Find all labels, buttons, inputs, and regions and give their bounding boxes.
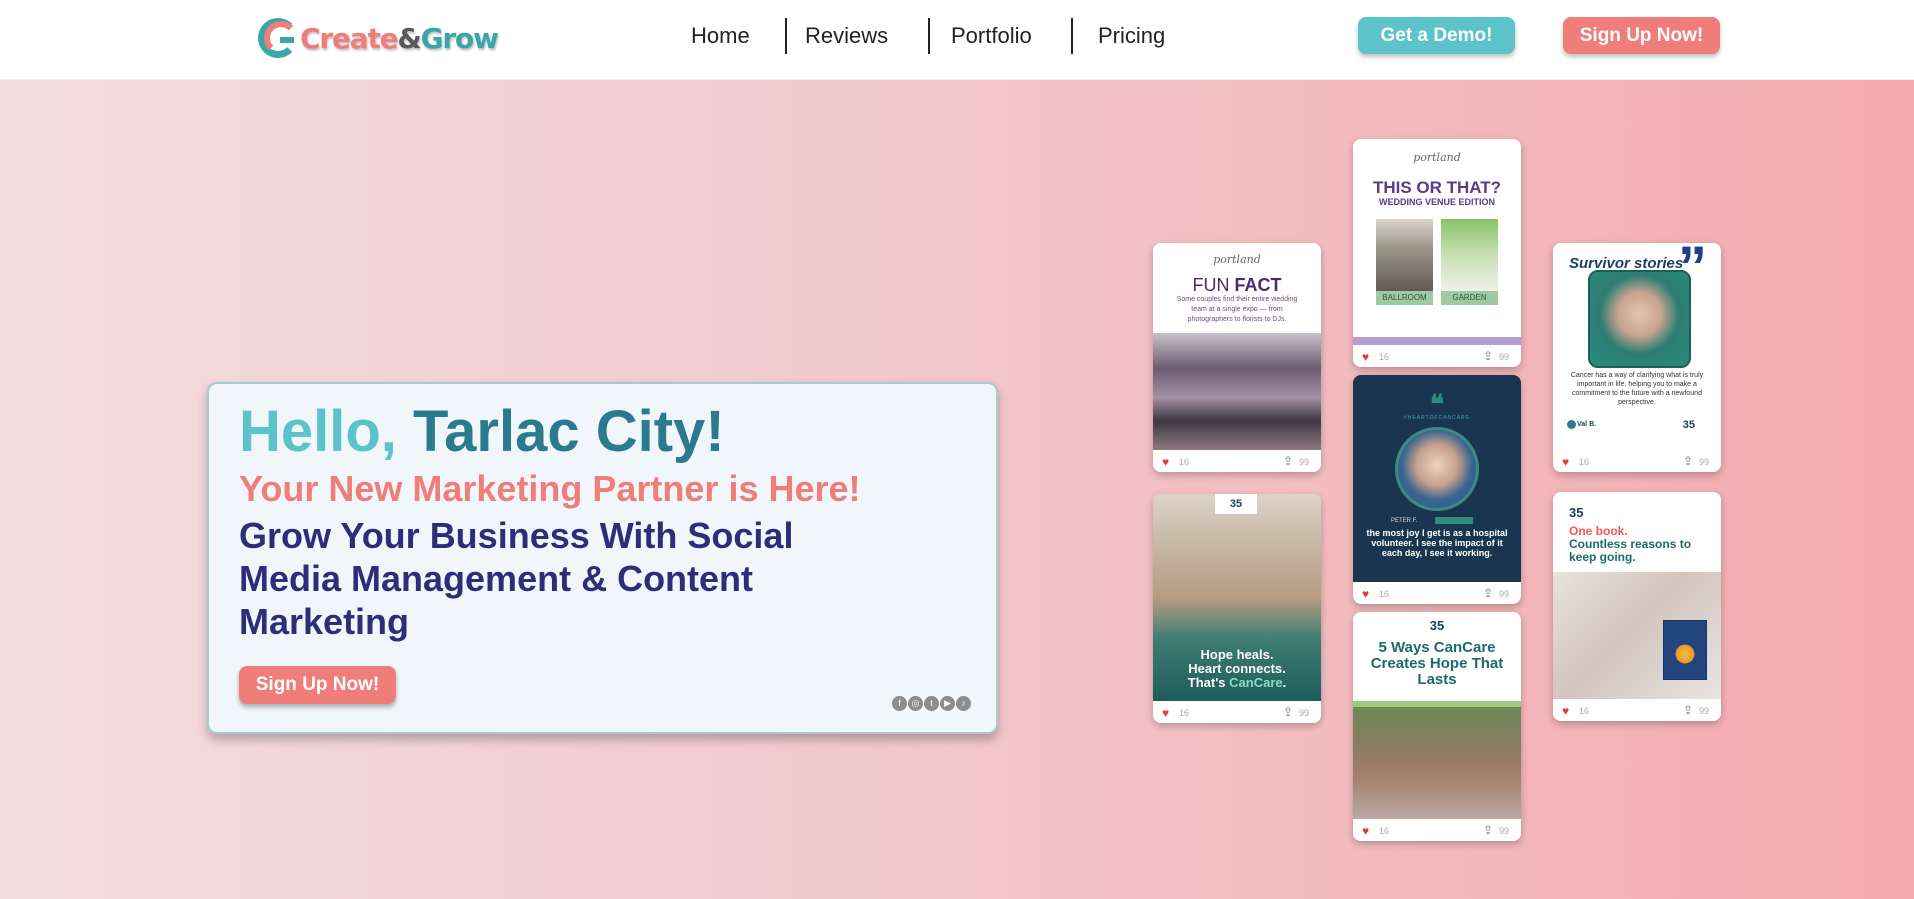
instagram-icon[interactable]: ◎ [908, 696, 923, 711]
get-demo-button[interactable]: Get a Demo! [1358, 17, 1515, 54]
post-description: Some couples find their entire wedding t… [1176, 296, 1298, 323]
portfolio-post-survivor-stories[interactable]: ” Survivor stories Cancer has a way of c… [1553, 243, 1721, 472]
logo-part-amp: & [397, 21, 421, 55]
signup-button-hero[interactable]: Sign Up Now! [239, 666, 396, 704]
youtube-icon[interactable]: ▶ [940, 696, 955, 711]
option-label: BALLROOM [1376, 291, 1433, 305]
post-stripe [1353, 337, 1521, 345]
hero-greeting: Hello, Tarlac City! [239, 398, 725, 465]
post-author: Val B. [1577, 421, 1597, 428]
client-logo: 35 [1429, 618, 1445, 633]
heart-icon[interactable]: ♥ [1562, 455, 1569, 469]
portfolio-post-hope-heals[interactable]: 35 Hope heals. Heart connects. That's Ca… [1153, 494, 1321, 723]
post-author: PETER F. [1391, 518, 1418, 524]
share-icon[interactable]: ⇪ [1683, 454, 1693, 468]
tiktok-icon[interactable]: ♪ [956, 696, 971, 711]
social-links: f ◎ t ▶ ♪ [892, 696, 971, 711]
post-photo-ballroom [1376, 219, 1433, 291]
heart-icon[interactable]: ♥ [1362, 824, 1369, 838]
post-stats: ♥ 16 ⇪ 99 [1353, 582, 1521, 604]
post-stats: ♥ 16 ⇪ 99 [1353, 345, 1521, 367]
post-title: Survivor stories [1569, 255, 1684, 272]
post-title: One book. Countless reasons to keep goin… [1569, 524, 1692, 564]
post-hashtag: #HEARTOFCANCARE [1404, 415, 1470, 421]
share-icon[interactable]: ⇪ [1683, 703, 1693, 717]
portfolio-post-fun-fact[interactable]: portland FUN FACT Some couples find thei… [1153, 243, 1321, 472]
post-stats: ♥ 16 ⇪ 99 [1553, 450, 1721, 472]
logo-wordmark: Create&Grow [300, 21, 499, 55]
book-image [1663, 620, 1707, 680]
share-icon[interactable]: ⇪ [1283, 454, 1293, 468]
post-title: THIS OR THAT? [1372, 178, 1502, 197]
avatar [1567, 420, 1576, 429]
post-photo [1353, 707, 1521, 819]
nav-pricing[interactable]: Pricing [1098, 18, 1165, 54]
option-label: GARDEN [1441, 291, 1498, 305]
heart-icon[interactable]: ♥ [1562, 704, 1569, 718]
portfolio-post-5-ways[interactable]: 35 5 Ways CanCare Creates Hope That Last… [1353, 612, 1521, 841]
post-portrait [1588, 270, 1691, 368]
post-stats: ♥ 16 ⇪ 99 [1553, 699, 1721, 721]
client-logo: portland [1213, 253, 1261, 266]
share-icon[interactable]: ⇪ [1483, 349, 1493, 363]
facebook-icon[interactable]: f [892, 696, 907, 711]
post-subtitle: WEDDING VENUE EDITION [1378, 197, 1495, 207]
client-logo: 35 [1682, 419, 1695, 431]
logo-part-create: Create [300, 21, 399, 55]
hero-hello: Hello, [239, 399, 397, 464]
heart-icon[interactable]: ♥ [1162, 706, 1169, 720]
hero-subtitle: Your New Marketing Partner is Here! [239, 468, 861, 509]
portfolio-post-heart-of-cancare[interactable]: ❝ #HEARTOFCANCARE PETER F. the most joy … [1353, 375, 1521, 604]
hero-city: Tarlac City! [413, 399, 725, 464]
portfolio-post-one-book[interactable]: 35 One book. Countless reasons to keep g… [1553, 492, 1721, 721]
post-quote: Cancer has a way of clarifying what is t… [1570, 372, 1704, 406]
brand-logo[interactable]: Create&Grow [258, 16, 499, 60]
nav-separator [1071, 18, 1073, 54]
post-title: FUN FACT [1192, 275, 1282, 295]
post-stats: ♥ 16 ⇪ 99 [1153, 450, 1321, 472]
hero-card: Hello, Tarlac City! Your New Marketing P… [207, 382, 998, 734]
post-quote: the most joy I get is as a hospital volu… [1366, 528, 1508, 558]
client-logo: portland [1413, 151, 1461, 164]
nav-portfolio[interactable]: Portfolio [951, 18, 1032, 54]
nav-separator [928, 18, 930, 54]
post-portrait [1395, 427, 1479, 511]
twitter-icon[interactable]: t [924, 696, 939, 711]
nav-reviews[interactable]: Reviews [805, 18, 888, 54]
heart-icon[interactable]: ♥ [1362, 350, 1369, 364]
post-title: 5 Ways CanCare Creates Hope That Lasts [1370, 639, 1504, 688]
portfolio-post-this-or-that[interactable]: portland THIS OR THAT? WEDDING VENUE EDI… [1353, 139, 1521, 367]
logo-mark-icon [258, 18, 298, 58]
signup-button-header[interactable]: Sign Up Now! [1563, 17, 1720, 54]
post-photo-garden [1441, 219, 1498, 291]
post-stats: ♥ 16 ⇪ 99 [1153, 701, 1321, 723]
post-photo [1153, 333, 1321, 450]
client-logo: 35 [1569, 505, 1584, 520]
author-badge [1435, 517, 1473, 524]
share-icon[interactable]: ⇪ [1483, 586, 1493, 600]
hero-headline: Grow Your Business With Social Media Man… [239, 515, 794, 642]
share-icon[interactable]: ⇪ [1283, 705, 1293, 719]
heart-icon[interactable]: ♥ [1362, 587, 1369, 601]
share-icon[interactable]: ⇪ [1483, 823, 1493, 837]
hero-section: Hello, Tarlac City! Your New Marketing P… [0, 80, 1914, 899]
logo-part-grow: Grow [420, 21, 499, 55]
nav-home[interactable]: Home [691, 18, 750, 54]
post-stats: ♥ 16 ⇪ 99 [1353, 819, 1521, 841]
client-logo: 35 [1215, 494, 1257, 514]
heart-icon[interactable]: ♥ [1162, 455, 1169, 469]
site-header: Create&Grow Home Reviews Portfolio Prici… [0, 0, 1914, 80]
post-text: Hope heals. Heart connects. That's CanCa… [1187, 647, 1287, 690]
nav-separator [785, 18, 787, 54]
